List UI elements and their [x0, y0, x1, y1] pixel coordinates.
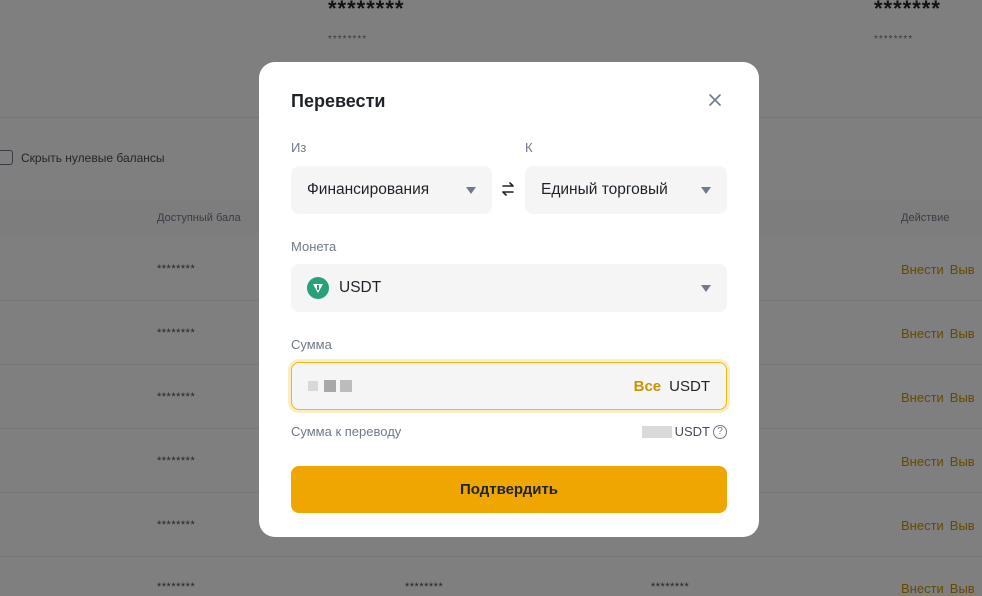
- close-icon: [709, 94, 721, 106]
- amount-unit: USDT: [669, 377, 710, 395]
- blurred-amount: [308, 381, 318, 391]
- coin-value: USDT: [339, 279, 382, 296]
- dialog-title: Перевести: [291, 91, 386, 111]
- coin-label: Монета: [291, 239, 337, 254]
- coin-select[interactable]: USDT: [291, 264, 727, 312]
- chevron-down-icon: [701, 284, 711, 292]
- blurred-amount: [340, 380, 352, 392]
- chevron-down-icon: [701, 186, 711, 194]
- help-icon[interactable]: ?: [713, 424, 727, 439]
- from-account-select[interactable]: Финансирования: [291, 166, 492, 214]
- amount-label: Сумма: [291, 337, 332, 352]
- from-label: Из: [291, 140, 307, 155]
- transfer-unit: USDT: [674, 424, 710, 439]
- from-account-value: Финансирования: [307, 181, 430, 198]
- close-button[interactable]: [703, 88, 727, 112]
- transfer-amount-row: Сумма к переводу USDT ?: [291, 424, 727, 439]
- blurred-transfer-amount: [641, 425, 672, 438]
- usdt-coin-icon: [307, 277, 329, 299]
- to-label: К: [525, 140, 533, 155]
- confirm-button[interactable]: Подтвердить: [291, 466, 727, 513]
- transfer-dialog: Перевести Из К Финансирования Единый тор…: [259, 62, 759, 537]
- to-account-value: Единый торговый: [541, 181, 668, 198]
- chevron-down-icon: [466, 186, 476, 194]
- to-account-select[interactable]: Единый торговый: [525, 166, 727, 214]
- max-all-button[interactable]: Все: [634, 378, 662, 395]
- transfer-amount-label: Сумма к переводу: [291, 424, 402, 439]
- blurred-amount: [324, 380, 336, 392]
- swap-icon[interactable]: [499, 180, 517, 198]
- amount-input[interactable]: Все USDT: [291, 362, 727, 410]
